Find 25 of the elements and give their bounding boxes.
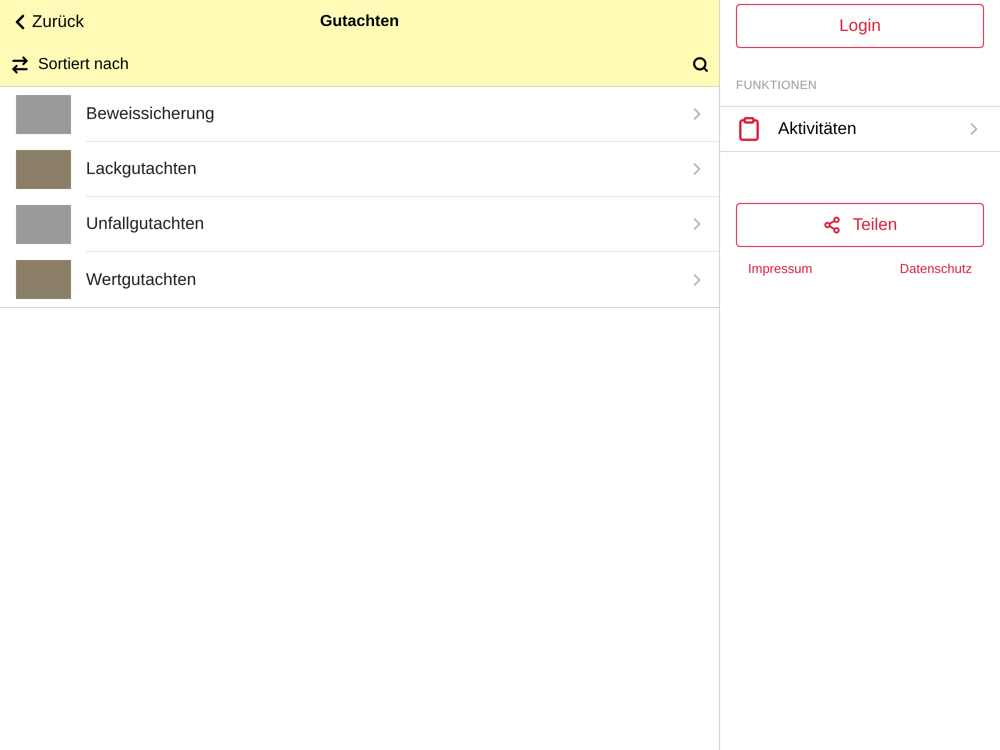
section-header: FUNKTIONEN bbox=[735, 77, 818, 94]
back-button[interactable]: Zurück bbox=[8, 8, 84, 34]
sort-button[interactable]: Sortiert nach bbox=[10, 52, 129, 76]
item-label: Unfallgutachten bbox=[86, 213, 206, 236]
list-item[interactable]: Wertgutachten bbox=[0, 252, 719, 307]
photo-placeholder bbox=[16, 150, 71, 189]
photo-placeholder bbox=[16, 95, 71, 134]
item-label: Wertgutachten bbox=[86, 268, 198, 291]
footer-link[interactable]: Datenschutz bbox=[900, 259, 972, 278]
list-item[interactable]: Beweissicherung bbox=[0, 87, 719, 142]
list-item[interactable]: Unfallgutachten bbox=[0, 197, 719, 252]
footer-link[interactable]: Impressum bbox=[748, 259, 812, 278]
list-item[interactable]: Lackgutachten bbox=[0, 142, 719, 197]
share-icon bbox=[822, 216, 841, 234]
item-label: Beweissicherung bbox=[86, 103, 216, 126]
share-button[interactable]: Teilen bbox=[736, 203, 984, 247]
photo-placeholder bbox=[16, 260, 71, 299]
search-icon[interactable] bbox=[692, 56, 709, 73]
login-button[interactable]: Login bbox=[736, 4, 984, 48]
item-label: Lackgutachten bbox=[86, 158, 198, 180]
swap-arrows-icon bbox=[10, 54, 30, 74]
clipboard-icon bbox=[736, 116, 762, 142]
page-title: Gutachten bbox=[320, 12, 400, 32]
menu-item[interactable]: Aktivitäten bbox=[720, 107, 1000, 151]
photo-placeholder bbox=[16, 205, 71, 244]
